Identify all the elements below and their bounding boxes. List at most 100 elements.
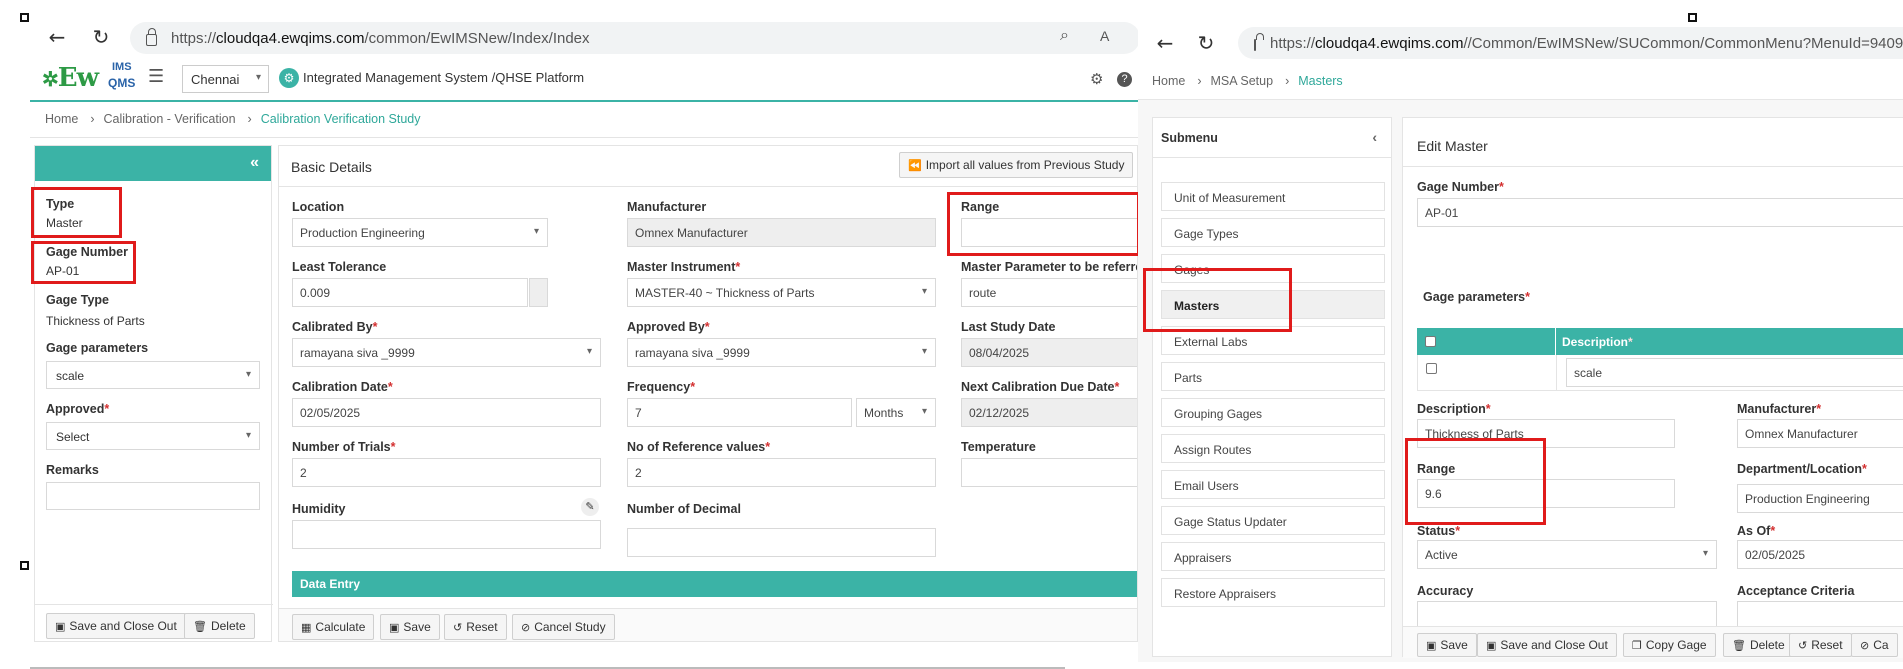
master-parameter-input[interactable]: route bbox=[961, 278, 1137, 307]
edit-master-title: Edit Master bbox=[1417, 138, 1488, 154]
remarks-input[interactable] bbox=[46, 482, 260, 510]
settings-gear-icon[interactable]: ⚙ bbox=[1090, 70, 1103, 88]
copy-gage-button[interactable]: ❐ Copy Gage bbox=[1623, 633, 1716, 657]
url-prefix: https:// bbox=[171, 29, 217, 47]
chevron-left-icon[interactable]: ‹ bbox=[1372, 129, 1377, 145]
gage-params-label: Gage parameters* bbox=[1423, 290, 1531, 304]
highlight-masters bbox=[1143, 268, 1292, 332]
calibration-date-input[interactable]: 02/05/2025 bbox=[292, 398, 601, 427]
param-description-input[interactable]: scale bbox=[1566, 358, 1903, 387]
accuracy-label: Accuracy bbox=[1417, 584, 1474, 598]
collapse-double-left-icon[interactable]: « bbox=[250, 154, 259, 172]
resize-handle bbox=[20, 561, 29, 570]
url-path: //Common/EwIMSNew/SUCommon/CommonMenu?Me… bbox=[1463, 34, 1903, 52]
approved-by-label: Approved By* bbox=[627, 320, 710, 334]
approved-by-select[interactable]: ramayana siva _9999 bbox=[627, 338, 936, 367]
divider bbox=[1403, 166, 1903, 167]
back-arrow-icon[interactable]: ← bbox=[44, 24, 70, 50]
highlight-master-range bbox=[1405, 438, 1546, 525]
calibrated-by-label: Calibrated By* bbox=[292, 320, 378, 334]
reset-button[interactable]: ↺ Reset bbox=[444, 614, 507, 640]
calibrated-by-select[interactable]: ramayana siva _9999 bbox=[292, 338, 601, 367]
select-all-checkbox[interactable] bbox=[1425, 336, 1436, 347]
breadcrumb-home[interactable]: Home bbox=[45, 112, 78, 126]
master-instrument-select[interactable]: MASTER-40 ~ Thickness of Parts bbox=[627, 278, 936, 307]
number-of-trials-input[interactable]: 2 bbox=[292, 458, 601, 487]
submenu-item-grouping-gages[interactable]: Grouping Gages bbox=[1161, 398, 1385, 427]
hamburger-menu-icon[interactable]: ☰ bbox=[148, 66, 164, 87]
manufacturer-field: Omnex Manufacturer bbox=[627, 218, 936, 247]
save-button[interactable]: ▣ Save bbox=[1417, 633, 1477, 657]
save-and-close-button[interactable]: ▣ Save and Close Out bbox=[1477, 633, 1617, 657]
cancel-button[interactable]: ⊘ Ca bbox=[1851, 633, 1898, 657]
save-button[interactable]: ▣ Save bbox=[380, 614, 440, 640]
submenu-item-assign-routes[interactable]: Assign Routes bbox=[1161, 434, 1385, 463]
location-select[interactable]: Production Engineering bbox=[292, 218, 548, 247]
table-row: scale bbox=[1417, 355, 1903, 391]
zoom-icon[interactable]: ⌕ bbox=[1060, 27, 1069, 45]
humidity-input[interactable] bbox=[292, 520, 601, 549]
gage-number-input[interactable]: AP-01 bbox=[1417, 198, 1903, 227]
department-location-input[interactable]: Production Engineering bbox=[1737, 484, 1903, 513]
delete-button[interactable]: 🗑 Delete bbox=[184, 613, 255, 639]
row-checkbox[interactable] bbox=[1426, 363, 1437, 374]
submenu-item-email-users[interactable]: Email Users bbox=[1161, 470, 1385, 499]
cancel-icon: ⊘ bbox=[1860, 639, 1870, 652]
as-of-input[interactable]: 02/05/2025 bbox=[1737, 540, 1903, 569]
submenu-item-gage-status-updater[interactable]: Gage Status Updater bbox=[1161, 506, 1385, 535]
save-icon: ▣ bbox=[1486, 639, 1497, 652]
description-label: Description* bbox=[1417, 402, 1491, 416]
cancel-icon: ⊘ bbox=[521, 621, 531, 634]
submenu-item-parts[interactable]: Parts bbox=[1161, 362, 1385, 391]
read-aloud-icon[interactable]: A bbox=[1100, 28, 1109, 44]
left-url-bar[interactable]: https://cloudqa4.ewqims.com/common/EwIMS… bbox=[130, 22, 1140, 54]
submenu-item-restore-appraisers[interactable]: Restore Appraisers bbox=[1161, 578, 1385, 607]
back-arrow-icon[interactable]: ← bbox=[1152, 30, 1178, 56]
url-domain: cloudqa4.ewqims.com bbox=[1315, 34, 1464, 52]
description-column-header: Description* bbox=[1562, 335, 1633, 349]
refresh-icon[interactable]: ↻ bbox=[1193, 30, 1219, 56]
delete-button[interactable]: 🗑 Delete bbox=[1723, 633, 1794, 657]
right-breadcrumb: Home › MSA Setup › Masters bbox=[1152, 74, 1343, 88]
url-path: /common/EwIMSNew/Index/Index bbox=[364, 29, 590, 47]
cancel-study-button[interactable]: ⊘ Cancel Study bbox=[512, 614, 615, 640]
manufacturer-input[interactable]: Omnex Manufacturer bbox=[1737, 419, 1903, 448]
least-tolerance-input[interactable]: 0.009 bbox=[292, 278, 528, 307]
breadcrumb-home[interactable]: Home bbox=[1152, 74, 1185, 88]
submenu-item-unit-of-measurement[interactable]: Unit of Measurement bbox=[1161, 182, 1385, 211]
masters-app: Home › MSA Setup › Masters Submenu ‹ Unit of… bbox=[1138, 62, 1903, 662]
right-url-bar[interactable]: https://cloudqa4.ewqims.com//Common/EwIM… bbox=[1238, 27, 1903, 59]
frequency-unit-select[interactable]: Months bbox=[856, 398, 936, 427]
gage-params-select[interactable]: scale bbox=[46, 361, 260, 389]
edit-master-panel: Edit Master Gage Number* AP-01 Gage para… bbox=[1402, 117, 1903, 658]
temperature-input[interactable] bbox=[961, 458, 1137, 487]
gage-params-table: Description* scale bbox=[1417, 328, 1903, 391]
reset-button[interactable]: ↺ Reset bbox=[1789, 633, 1852, 657]
master-parameter-label: Master Parameter to be referred bbox=[961, 260, 1138, 274]
frequency-input[interactable]: 7 bbox=[627, 398, 852, 427]
number-of-decimal-input[interactable] bbox=[627, 528, 936, 557]
submenu-item-gage-types[interactable]: Gage Types bbox=[1161, 218, 1385, 247]
calculate-button[interactable]: ▦ Calculate bbox=[292, 614, 375, 640]
reference-values-input[interactable]: 2 bbox=[627, 458, 936, 487]
calibration-date-label: Calibration Date* bbox=[292, 380, 393, 394]
temperature-label: Temperature bbox=[961, 440, 1036, 454]
save-icon: ▣ bbox=[1426, 639, 1437, 652]
city-select[interactable]: Chennai bbox=[182, 65, 269, 93]
edit-icon[interactable]: ✎ bbox=[581, 498, 599, 516]
import-previous-button[interactable]: ⏪ Import all values from Previous Study bbox=[899, 152, 1134, 178]
status-select[interactable]: Active bbox=[1417, 540, 1717, 569]
reference-values-label: No of Reference values* bbox=[627, 440, 771, 454]
approved-select[interactable]: Select bbox=[46, 422, 260, 450]
help-icon[interactable]: ? bbox=[1117, 72, 1132, 87]
submenu-item-appraisers[interactable]: Appraisers bbox=[1161, 542, 1385, 571]
system-title: Integrated Management System /QHSE Platf… bbox=[303, 70, 585, 85]
breadcrumb-calibration[interactable]: Calibration - Verification bbox=[104, 112, 236, 126]
next-due-date-label: Next Calibration Due Date* bbox=[961, 380, 1120, 394]
refresh-icon[interactable]: ↻ bbox=[88, 24, 114, 50]
save-and-close-button[interactable]: ▣ Save and Close Out bbox=[46, 613, 186, 639]
data-entry-header: Data Entry bbox=[292, 571, 1137, 597]
remarks-label: Remarks bbox=[46, 463, 99, 477]
status-label: Status* bbox=[1417, 524, 1461, 538]
breadcrumb-msa-setup[interactable]: MSA Setup bbox=[1211, 74, 1274, 88]
